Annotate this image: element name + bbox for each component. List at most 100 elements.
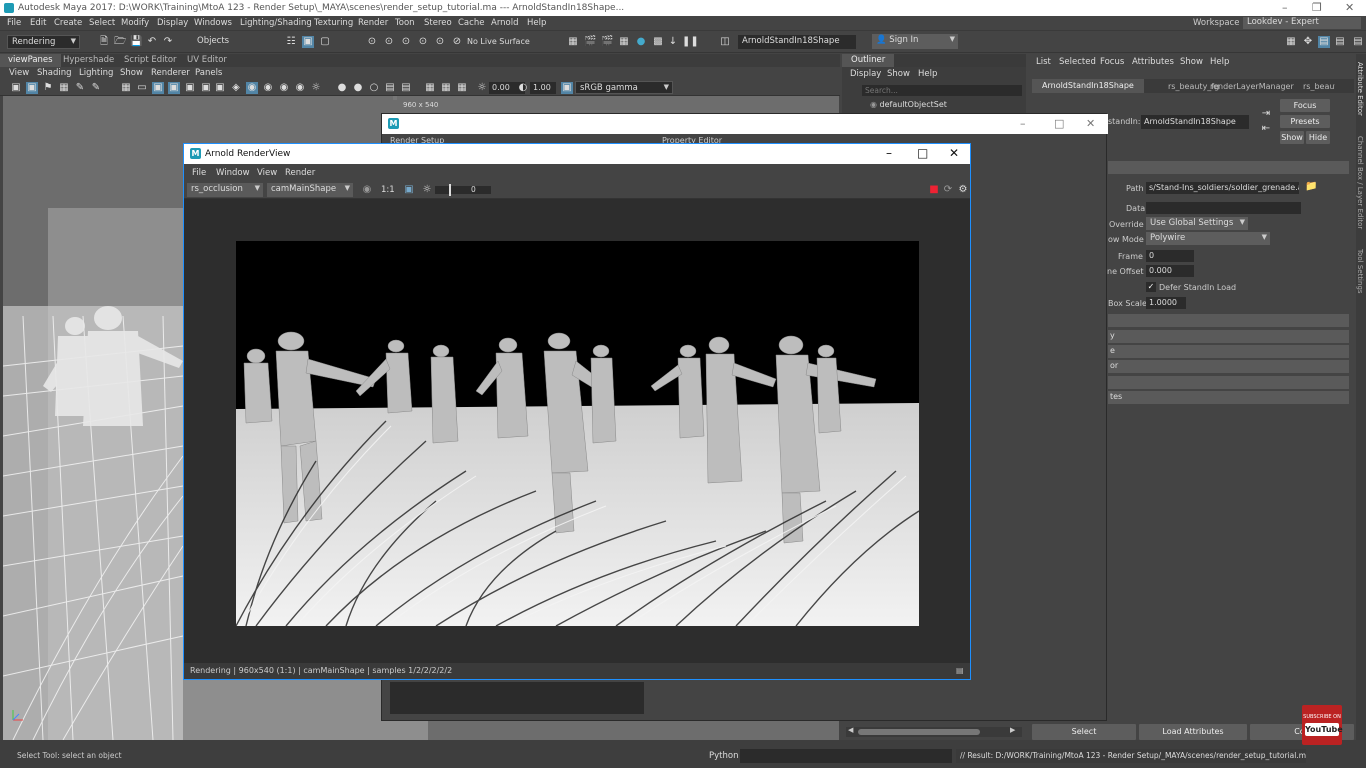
snap-view-icon[interactable]: ⊙: [417, 36, 429, 48]
arv-menu-window[interactable]: Window: [216, 168, 250, 178]
frame-offset-field[interactable]: 0.000: [1146, 265, 1194, 277]
lights-icon[interactable]: ☼: [310, 82, 322, 94]
crop-region-icon[interactable]: ▣: [403, 184, 415, 196]
ae-select-button[interactable]: Select: [1032, 724, 1136, 740]
minimize-icon[interactable]: –: [1020, 117, 1026, 130]
default-material-icon[interactable]: ◉: [262, 82, 274, 94]
close-icon[interactable]: ✕: [1345, 1, 1354, 14]
tab-uv-editor[interactable]: UV Editor: [187, 55, 227, 65]
sign-in-button[interactable]: 👤 Sign In ▼: [872, 34, 958, 49]
menu-arnold[interactable]: Arnold: [491, 18, 519, 28]
data-field[interactable]: [1146, 202, 1301, 214]
bookmark-icon[interactable]: ⚑: [42, 82, 54, 94]
gamma-icon[interactable]: ◐: [517, 82, 529, 94]
path-field[interactable]: s/Stand-Ins_soldiers/soldier_grenade.ass: [1146, 182, 1299, 194]
menu-windows[interactable]: Windows: [194, 18, 232, 28]
menu-lighting-shading[interactable]: Lighting/Shading: [240, 18, 312, 28]
render-canvas[interactable]: [184, 199, 970, 663]
command-line-input[interactable]: [740, 749, 952, 763]
menu-texturing[interactable]: Texturing: [314, 18, 353, 28]
sequence-render-icon[interactable]: ↓: [667, 36, 679, 48]
menu-help[interactable]: Help: [527, 18, 546, 28]
close-icon[interactable]: ✕: [1086, 117, 1095, 130]
resolution-gate-icon[interactable]: ▣: [152, 82, 164, 94]
arnold-render-icon[interactable]: ●: [635, 36, 647, 48]
focus-button[interactable]: Focus: [1280, 99, 1330, 112]
tool-settings-toggle-icon[interactable]: ▤: [1352, 36, 1364, 48]
outliner-menu-help[interactable]: Help: [918, 69, 937, 79]
side-tab-channel-box[interactable]: Channel Box / Layer Editor: [1356, 136, 1364, 229]
viewport-menu-lighting[interactable]: Lighting: [79, 68, 113, 78]
ae-menu-list[interactable]: List: [1036, 57, 1051, 67]
ambient-occlusion-icon[interactable]: ●: [352, 82, 364, 94]
exposure-icon[interactable]: ☼: [476, 82, 488, 94]
hierarchy-select-icon[interactable]: ☷: [285, 36, 297, 48]
menu-modify[interactable]: Modify: [121, 18, 149, 28]
attribute-editor-toggle-icon[interactable]: ▤: [1318, 36, 1330, 48]
image-plane-icon[interactable]: ▦: [58, 82, 70, 94]
menu-file[interactable]: File: [7, 18, 21, 28]
gamma-field[interactable]: 1.00: [530, 82, 556, 94]
render-frame-icon[interactable]: 🎬: [584, 36, 596, 48]
settings-gear-icon[interactable]: ⚙: [957, 184, 969, 196]
viewport-menu-show[interactable]: Show: [120, 68, 143, 78]
ae-tab-standin[interactable]: ArnoldStandIn18Shape: [1032, 79, 1144, 93]
defer-checkbox[interactable]: ✓: [1146, 282, 1156, 292]
ae-section[interactable]: y: [1108, 330, 1349, 343]
isolate-select-icon[interactable]: ▦: [424, 82, 436, 94]
snap-point-icon[interactable]: ⊙: [400, 36, 412, 48]
outliner-title[interactable]: Outliner: [842, 54, 895, 67]
anti-aliasing-icon[interactable]: ▤: [384, 82, 396, 94]
outliner-scrollbar[interactable]: ◀ ▶: [846, 726, 1022, 737]
maximize-icon[interactable]: □: [1054, 117, 1064, 130]
move-tool-icon[interactable]: ✥: [1302, 36, 1314, 48]
override-dropdown[interactable]: Use Global Settings ▼: [1146, 217, 1248, 230]
grease-pencil-icon[interactable]: ✎: [90, 82, 102, 94]
ae-tab-rs-beaut[interactable]: rs_beaut: [1303, 82, 1335, 91]
render-view-icon[interactable]: ▦: [618, 36, 630, 48]
ae-tab-render-layer-manager[interactable]: renderLayerManager: [1210, 82, 1294, 91]
ae-menu-selected[interactable]: Selected: [1059, 57, 1096, 67]
show-button[interactable]: Show: [1280, 131, 1304, 144]
snap-curve-icon[interactable]: ⊙: [383, 36, 395, 48]
camera-select-icon[interactable]: ▣: [10, 82, 22, 94]
ae-menu-show[interactable]: Show: [1180, 57, 1203, 67]
menu-stereo[interactable]: Stereo: [424, 18, 452, 28]
ae-menu-focus[interactable]: Focus: [1100, 57, 1124, 67]
outliner-item[interactable]: ◉ defaultObjectSet: [870, 100, 947, 109]
presets-button[interactable]: Presets: [1280, 115, 1330, 128]
depth-of-field-icon[interactable]: ▤: [400, 82, 412, 94]
menu-display[interactable]: Display: [157, 18, 188, 28]
redo-icon[interactable]: ↷: [162, 36, 174, 48]
menuset-dropdown[interactable]: Rendering ▼: [7, 35, 80, 49]
outliner-menu-show[interactable]: Show: [887, 69, 910, 79]
menu-edit[interactable]: Edit: [30, 18, 46, 28]
minimize-icon[interactable]: –: [886, 146, 892, 160]
component-select-icon[interactable]: ▢: [319, 36, 331, 48]
viewport-menu-view[interactable]: View: [9, 68, 29, 78]
scrollbar-thumb[interactable]: [858, 729, 980, 735]
pause-render-icon[interactable]: ❚❚: [682, 36, 699, 48]
tab-hypershade[interactable]: Hypershade: [63, 55, 114, 65]
workspace-dropdown[interactable]: Lookdev - Expert: [1243, 17, 1361, 29]
object-select-icon[interactable]: ▣: [302, 36, 314, 48]
ae-section-header[interactable]: [1108, 161, 1349, 174]
viewport-menu-renderer[interactable]: Renderer: [151, 68, 190, 78]
wireframe-icon[interactable]: ◈: [230, 82, 242, 94]
layout-icon[interactable]: ▦: [1285, 36, 1297, 48]
snapshot-icon[interactable]: ▤: [956, 666, 964, 675]
arv-menu-file[interactable]: File: [192, 168, 206, 178]
two-d-pan-icon[interactable]: ✎: [74, 82, 86, 94]
field-chart-icon[interactable]: ▣: [184, 82, 196, 94]
safe-action-icon[interactable]: ▣: [200, 82, 212, 94]
menu-render[interactable]: Render: [358, 18, 388, 28]
hide-button[interactable]: Hide: [1306, 131, 1330, 144]
panel-toggle-icon[interactable]: ◫: [719, 36, 731, 48]
open-scene-icon[interactable]: 🗁: [114, 36, 126, 48]
minimize-icon[interactable]: –: [1282, 1, 1288, 14]
viewport-menu-panels[interactable]: Panels: [195, 68, 222, 78]
viewport-menu-shading[interactable]: Shading: [37, 68, 72, 78]
menu-create[interactable]: Create: [54, 18, 82, 28]
snap-surface-icon[interactable]: ⊙: [434, 36, 446, 48]
smooth-shade-icon[interactable]: ◉: [246, 82, 258, 94]
